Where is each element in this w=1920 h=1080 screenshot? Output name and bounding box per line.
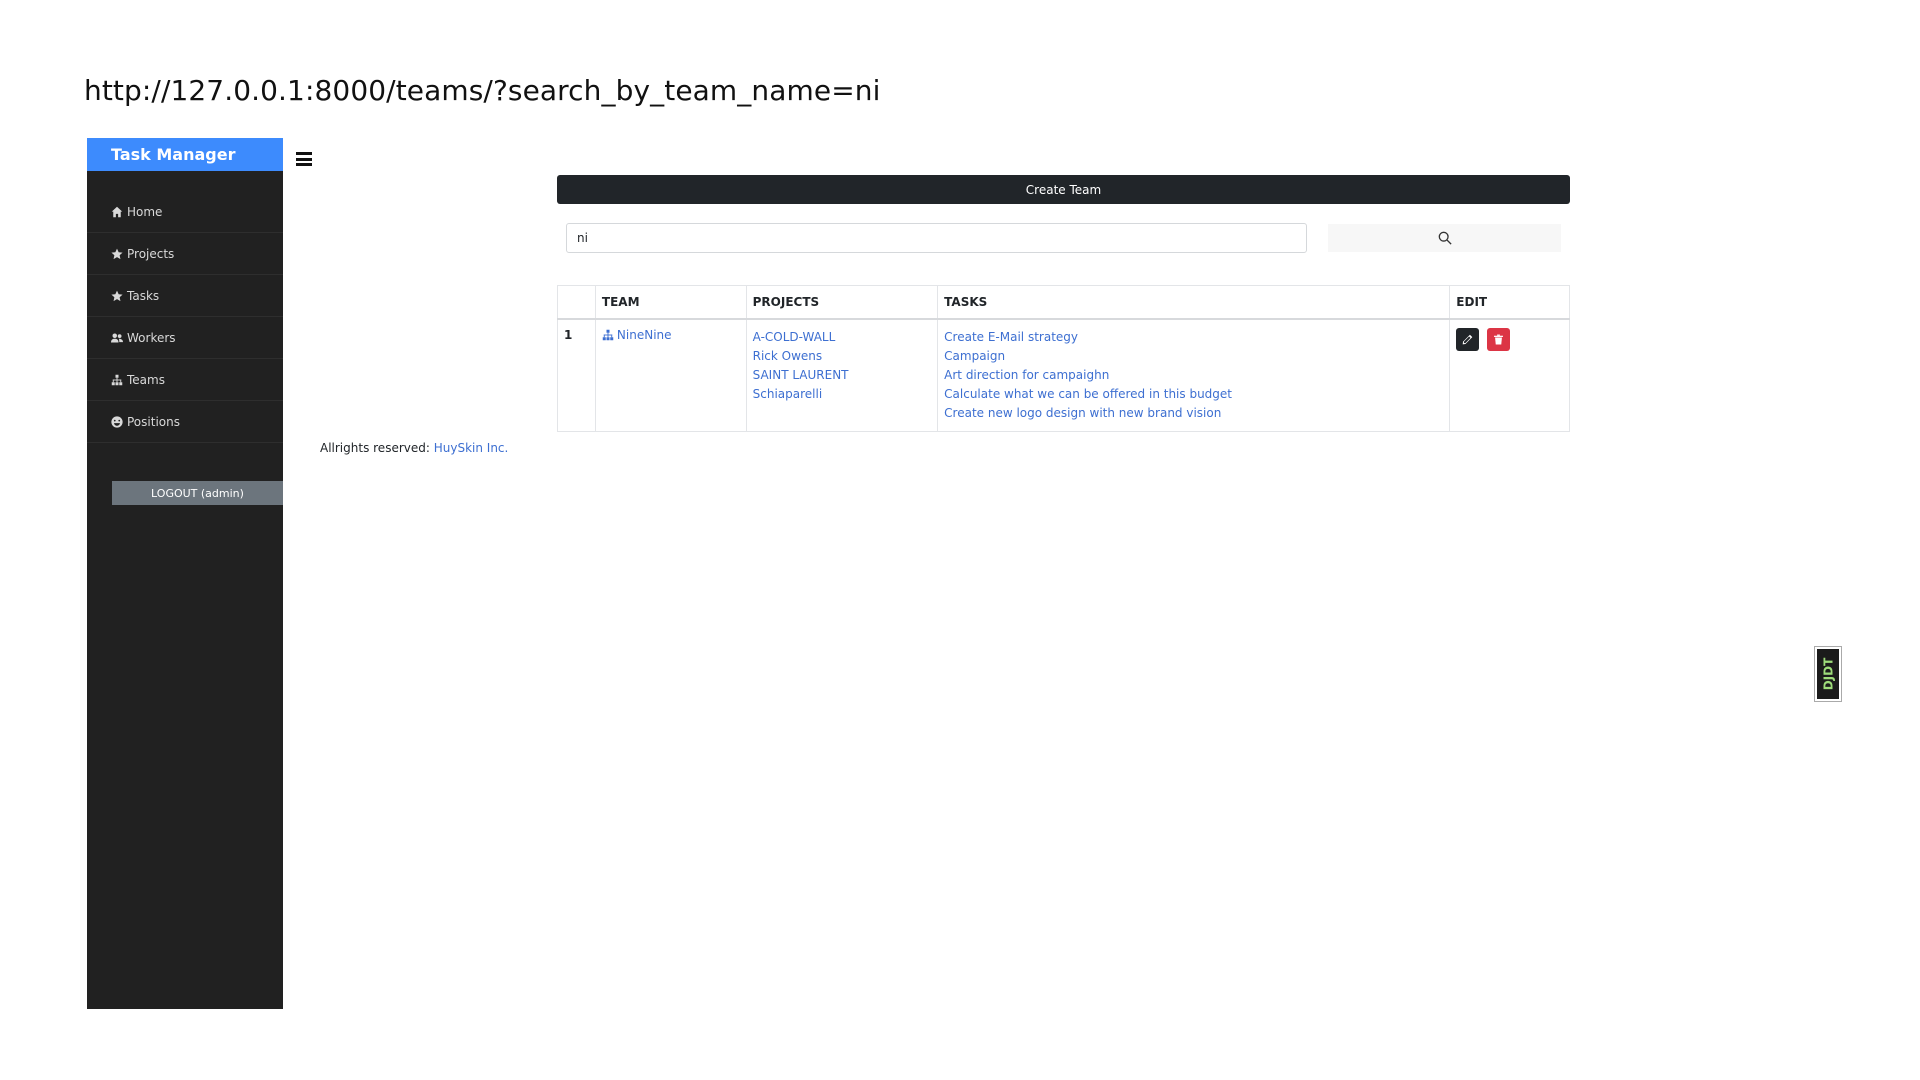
sidebar-item-workers[interactable]: Workers — [87, 317, 283, 359]
project-link[interactable]: Rick Owens — [753, 347, 932, 366]
task-link[interactable]: Create new logo design with new brand vi… — [944, 404, 1443, 423]
sidebar-item-home[interactable]: Home — [87, 191, 283, 233]
sidebar-item-label: Positions — [127, 414, 180, 429]
smile-icon — [111, 415, 123, 428]
sidebar-item-label: Workers — [127, 330, 176, 345]
team-link[interactable]: NineNine — [602, 328, 672, 342]
task-link[interactable]: Calculate what we can be offered in this… — [944, 385, 1443, 404]
table-row: 1 NineNine A-COLD-WALL Rick Owens SAINT … — [557, 318, 1570, 432]
sidebar-item-label: Projects — [127, 246, 175, 261]
footer-text: Allrights reserved: — [320, 441, 430, 455]
sidebar-item-teams[interactable]: Teams — [87, 359, 283, 401]
search-input[interactable] — [566, 223, 1307, 253]
project-link[interactable]: SAINT LAURENT — [753, 366, 932, 385]
logout-button[interactable]: LOGOUT (admin) — [112, 481, 283, 505]
footer-link[interactable]: HuySkin Inc. — [434, 441, 509, 455]
project-link[interactable]: Schiaparelli — [753, 385, 932, 404]
sitemap-icon — [602, 329, 614, 341]
debug-toolbar-handle[interactable]: DJDT — [1814, 646, 1842, 702]
menu-toggle-icon[interactable] — [296, 152, 312, 166]
url-caption: http://127.0.0.1:8000/teams/?search_by_t… — [84, 74, 881, 107]
header-team: TEAM — [594, 285, 747, 320]
edit-cell — [1449, 318, 1570, 432]
sidebar-item-label: Teams — [127, 372, 165, 387]
row-number: 1 — [557, 318, 596, 432]
sitemap-icon — [111, 374, 123, 386]
users-icon — [111, 332, 123, 344]
teams-table: TEAM PROJECTS TASKS EDIT 1 NineNine A-CO… — [557, 285, 1570, 432]
search-icon — [1438, 231, 1452, 245]
team-cell: NineNine — [594, 318, 747, 432]
task-link[interactable]: Create E-Mail strategy — [944, 328, 1443, 347]
sidebar-item-positions[interactable]: Positions — [87, 401, 283, 443]
search-button[interactable] — [1328, 224, 1561, 252]
sidebar: Task Manager Home Projects Tasks Workers — [87, 138, 283, 1009]
header-num — [557, 285, 596, 320]
pencil-icon — [1462, 334, 1473, 345]
project-link[interactable]: A-COLD-WALL — [753, 328, 932, 347]
sidebar-item-projects[interactable]: Projects — [87, 233, 283, 275]
table-header-row: TEAM PROJECTS TASKS EDIT — [557, 285, 1570, 320]
sidebar-item-label: Tasks — [127, 288, 160, 303]
task-link[interactable]: Campaign — [944, 347, 1443, 366]
home-icon — [111, 206, 123, 218]
header-projects: PROJECTS — [745, 285, 939, 320]
brand-title[interactable]: Task Manager — [87, 138, 283, 171]
sidebar-nav: Home Projects Tasks Workers Teams Positi… — [87, 191, 283, 443]
delete-button[interactable] — [1487, 328, 1511, 351]
sidebar-item-tasks[interactable]: Tasks — [87, 275, 283, 317]
debug-toolbar-label: DJDT — [1821, 657, 1836, 691]
star-icon — [111, 290, 123, 302]
projects-cell: A-COLD-WALL Rick Owens SAINT LAURENT Sch… — [745, 318, 939, 432]
task-link[interactable]: Art direction for campaighn — [944, 366, 1443, 385]
header-tasks: TASKS — [937, 285, 1451, 320]
team-name: NineNine — [616, 328, 672, 342]
trash-icon — [1494, 334, 1504, 345]
header-edit: EDIT — [1449, 285, 1570, 320]
tasks-cell: Create E-Mail strategy Campaign Art dire… — [937, 318, 1451, 432]
sidebar-item-label: Home — [127, 204, 163, 219]
create-team-button[interactable]: Create Team — [557, 175, 1570, 204]
star-icon — [111, 248, 123, 260]
footer: Allrights reserved: HuySkin Inc. — [320, 441, 508, 455]
edit-button[interactable] — [1456, 328, 1480, 351]
